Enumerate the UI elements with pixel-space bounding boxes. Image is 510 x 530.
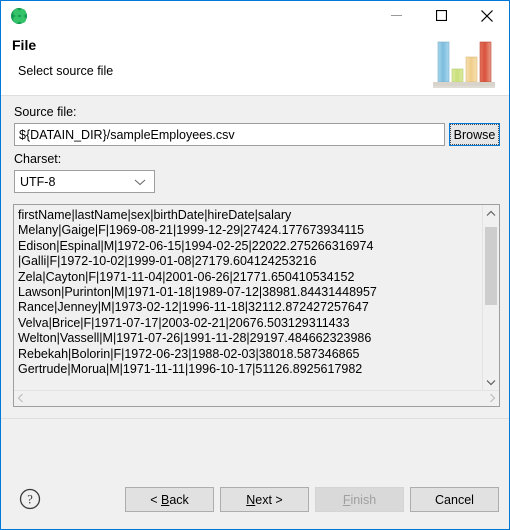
next-button-label: Next > bbox=[246, 492, 283, 507]
scroll-up-icon[interactable] bbox=[486, 205, 496, 221]
bar-chart-graphic bbox=[429, 36, 497, 90]
minimize-icon[interactable] bbox=[374, 1, 419, 30]
scroll-left-icon[interactable] bbox=[17, 390, 24, 408]
wizard-window: File Select source file Source file: ${D… bbox=[0, 0, 510, 530]
preview-horizontal-scrollbar[interactable] bbox=[14, 390, 499, 406]
wizard-header: File Select source file bbox=[1, 31, 509, 96]
scroll-down-icon[interactable] bbox=[486, 374, 496, 390]
cancel-button[interactable]: Cancel bbox=[410, 487, 499, 512]
browse-button[interactable]: Browse bbox=[449, 123, 500, 146]
window-controls bbox=[374, 1, 509, 30]
page-subtitle: Select source file bbox=[18, 64, 114, 78]
maximize-icon[interactable] bbox=[419, 1, 464, 30]
title-bar bbox=[1, 1, 509, 31]
back-button-label: < Back bbox=[150, 492, 189, 507]
browse-button-label: Browse bbox=[450, 124, 499, 145]
finish-button: Finish bbox=[315, 487, 404, 512]
preview-vertical-scroll-thumb[interactable] bbox=[485, 227, 497, 305]
file-preview-area: firstName|lastName|sex|birthDate|hireDat… bbox=[13, 204, 500, 407]
charset-label: Charset: bbox=[14, 152, 62, 166]
footer-divider bbox=[1, 418, 509, 419]
help-icon[interactable]: ? bbox=[19, 488, 41, 510]
wizard-footer: ? < Back Next > Finish Cancel bbox=[1, 474, 509, 529]
talend-clover-icon bbox=[11, 8, 27, 24]
page-title: File bbox=[12, 37, 37, 53]
source-file-input[interactable] bbox=[14, 123, 445, 146]
svg-text:?: ? bbox=[27, 493, 33, 507]
close-icon[interactable] bbox=[464, 1, 509, 30]
scroll-right-icon[interactable] bbox=[489, 390, 496, 408]
back-button[interactable]: < Back bbox=[125, 487, 214, 512]
wizard-body: Source file: Browse Charset: UTF-8 first… bbox=[1, 96, 509, 474]
preview-vertical-scroll-track[interactable] bbox=[483, 221, 499, 374]
footer-button-group: < Back Next > Finish Cancel bbox=[125, 487, 499, 512]
file-preview-text[interactable]: firstName|lastName|sex|birthDate|hireDat… bbox=[14, 205, 482, 390]
source-file-label: Source file: bbox=[14, 105, 77, 119]
chevron-down-icon bbox=[134, 175, 146, 189]
charset-dropdown[interactable]: UTF-8 bbox=[14, 170, 155, 193]
charset-value: UTF-8 bbox=[20, 174, 56, 189]
finish-button-label: Finish bbox=[342, 492, 377, 507]
next-button[interactable]: Next > bbox=[220, 487, 309, 512]
cancel-button-label: Cancel bbox=[435, 492, 474, 507]
preview-vertical-scrollbar[interactable] bbox=[482, 205, 499, 390]
